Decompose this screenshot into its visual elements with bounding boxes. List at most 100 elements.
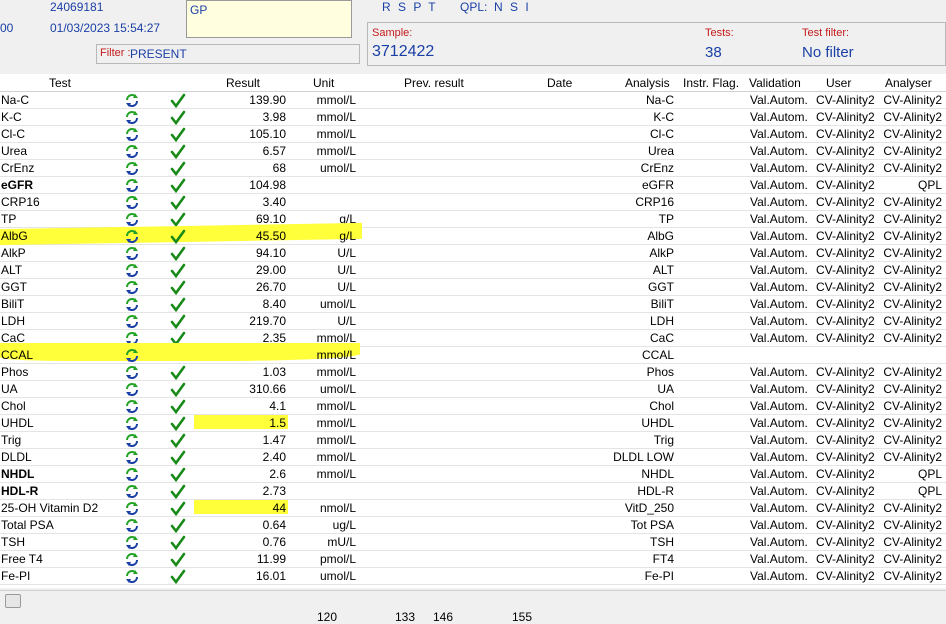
unit-value: U/L [337, 263, 356, 277]
horizontal-scrollbar[interactable] [0, 590, 946, 609]
col-test[interactable]: Test [49, 76, 71, 90]
refresh-icon[interactable] [124, 552, 140, 567]
col-instr-flag[interactable]: Instr. Flag. [683, 76, 739, 90]
location-field[interactable]: GP [186, 0, 352, 38]
unit-value: ug/L [332, 518, 356, 532]
status-letters[interactable]: R S P T [382, 0, 438, 14]
unit-value: mmol/L [316, 450, 356, 464]
table-row[interactable]: 25-OH Vitamin D2 44 nmol/L VitD_250 Val.Auto… [0, 500, 946, 517]
table-row[interactable]: ALT 29.00 U/L ALT Val.Autom. CV-Alinity2 CV-Al… [0, 262, 946, 279]
validation-value: Val.Autom. [750, 110, 808, 124]
refresh-icon[interactable] [124, 467, 140, 482]
refresh-icon[interactable] [124, 263, 140, 278]
refresh-icon[interactable] [124, 382, 140, 397]
refresh-icon[interactable] [124, 93, 140, 108]
refresh-icon[interactable] [124, 348, 140, 363]
table-row[interactable]: Fe-PI 16.01 umol/L Fe-PI Val.Autom. CV-Alinit… [0, 568, 946, 585]
table-row[interactable]: Urea 6.57 mmol/L Urea Val.Autom. CV-Alinity2 C… [0, 143, 946, 160]
table-row[interactable]: GGT 26.70 U/L GGT Val.Autom. CV-Alinity2 CV-Al… [0, 279, 946, 296]
refresh-icon[interactable] [124, 161, 140, 176]
refresh-icon[interactable] [124, 484, 140, 499]
refresh-icon[interactable] [124, 450, 140, 465]
test-name: Urea [1, 144, 28, 158]
col-user[interactable]: User [826, 76, 851, 90]
result-value: 1.03 [262, 365, 286, 379]
result-value: 105.10 [249, 127, 286, 141]
checkmark-icon [170, 467, 186, 483]
refresh-icon[interactable] [124, 518, 140, 533]
table-row[interactable]: NHDL 2.6 mmol/L NHDL Val.Autom. CV-Alinity2 QP… [0, 466, 946, 483]
refresh-icon[interactable] [124, 246, 140, 261]
refresh-icon[interactable] [124, 280, 140, 295]
table-row[interactable]: Total PSA 0.64 ug/L Tot PSA Val.Autom. CV-Ali… [0, 517, 946, 534]
result-value: 68 [272, 161, 286, 175]
unit-value: mmol/L [316, 110, 356, 124]
table-row[interactable]: UHDL 1.5 mmol/L UHDL Val.Autom. CV-Alinity2 CV… [0, 415, 946, 432]
refresh-icon[interactable] [124, 416, 140, 431]
table-row[interactable]: UA 310.66 umol/L UA Val.Autom. CV-Alinity2 CV-… [0, 381, 946, 398]
table-row[interactable]: HDL-R 2.73 HDL-R Val.Autom. CV-Alinity2 QPL [0, 483, 946, 500]
table-row[interactable]: eGFR 104.98 eGFR Val.Autom. CV-Alinity2 QPL [0, 177, 946, 194]
table-row[interactable]: CRP16 3.40 CRP16 Val.Autom. CV-Alinity2 CV-Al… [0, 194, 946, 211]
table-row[interactable]: Na-C 139.90 mmol/L Na-C Val.Autom. CV-Alinity… [0, 92, 946, 109]
table-row[interactable]: Phos 1.03 mmol/L Phos Val.Autom. CV-Alinity2 C… [0, 364, 946, 381]
analysis-value: Chol [649, 399, 674, 413]
table-row[interactable]: Trig 1.47 mmol/L Trig Val.Autom. CV-Alinity2 C… [0, 432, 946, 449]
validation-value: Val.Autom. [750, 246, 808, 260]
col-result[interactable]: Result [226, 76, 260, 90]
user-value: CV-Alinity2 [816, 280, 875, 294]
refresh-icon[interactable] [124, 399, 140, 414]
unit-value: U/L [337, 314, 356, 328]
qpl-letters[interactable]: N S I [494, 0, 531, 14]
refresh-icon[interactable] [124, 212, 140, 227]
col-date[interactable]: Date [547, 76, 572, 90]
table-row[interactable]: AlbG 45.50 g/L AlbG Val.Autom. CV-Alinity2 CV-… [0, 222, 946, 246]
table-row[interactable]: Free T4 11.99 pmol/L FT4 Val.Autom. CV-Alinit… [0, 551, 946, 568]
table-row[interactable]: Cl-C 105.10 mmol/L Cl-C Val.Autom. CV-Alinity… [0, 126, 946, 143]
refresh-icon[interactable] [124, 433, 140, 448]
analysis-value: DLDL LOW [613, 450, 674, 464]
table-row[interactable]: CrEnz 68 umol/L CrEnz Val.Autom. CV-Alinity2 C… [0, 160, 946, 177]
validation-value: Val.Autom. [750, 467, 808, 481]
analysis-value: CRP16 [635, 195, 674, 209]
unit-value: mmol/L [316, 365, 356, 379]
test-name: TSH [1, 535, 25, 549]
refresh-icon[interactable] [124, 535, 140, 550]
refresh-icon[interactable] [124, 314, 140, 329]
validation-value: Val.Autom. [750, 365, 808, 379]
refresh-icon[interactable] [124, 297, 140, 312]
result-value: 3.98 [262, 110, 286, 124]
table-row[interactable]: Chol 4.1 mmol/L Chol Val.Autom. CV-Alinity2 CV… [0, 398, 946, 415]
testfilter-value: No filter [802, 44, 854, 61]
refresh-icon[interactable] [124, 127, 140, 142]
table-row[interactable]: LDH 219.70 U/L LDH Val.Autom. CV-Alinity2 CV-A… [0, 313, 946, 330]
table-row[interactable]: AlkP 94.10 U/L AlkP Val.Autom. CV-Alinity2 CV-… [0, 245, 946, 262]
refresh-icon[interactable] [124, 501, 140, 516]
table-row[interactable]: K-C 3.98 mmol/L K-C Val.Autom. CV-Alinity2 CV-… [0, 109, 946, 126]
refresh-icon[interactable] [124, 144, 140, 159]
sample-label: Sample: [372, 27, 413, 39]
test-name: GGT [1, 280, 27, 294]
table-row[interactable]: BiliT 8.40 umol/L BiliT Val.Autom. CV-Alinity… [0, 296, 946, 313]
table-row[interactable]: TSH 0.76 mU/L TSH Val.Autom. CV-Alinity2 CV-Al… [0, 534, 946, 551]
col-validation[interactable]: Validation [749, 76, 801, 90]
scroll-thumb[interactable] [5, 594, 21, 608]
col-unit[interactable]: Unit [313, 76, 334, 90]
table-row[interactable]: DLDL 2.40 mmol/L DLDL LOW Val.Autom. CV-Alini… [0, 449, 946, 466]
refresh-icon[interactable] [124, 178, 140, 193]
refresh-icon[interactable] [124, 569, 140, 584]
refresh-icon[interactable] [124, 365, 140, 380]
validation-value: Val.Autom. [750, 501, 808, 515]
table-row[interactable]: TP 69.10 g/L TP Val.Autom. CV-Alinity2 CV-Alin… [0, 211, 946, 228]
col-analyser[interactable]: Analyser [885, 76, 932, 90]
refresh-icon[interactable] [124, 229, 140, 244]
column-header: Test Result Unit Prev. result Date Analy… [0, 74, 946, 92]
checkmark-icon [170, 297, 186, 313]
refresh-icon[interactable] [124, 110, 140, 125]
table-row[interactable]: CCAL mmol/L CCAL [0, 343, 946, 364]
analyser-value: CV-Alinity2 [883, 229, 942, 243]
checkmark-icon [170, 365, 186, 381]
refresh-icon[interactable] [124, 195, 140, 210]
col-analysis[interactable]: Analysis [625, 76, 670, 90]
col-prev-result[interactable]: Prev. result [404, 76, 464, 90]
